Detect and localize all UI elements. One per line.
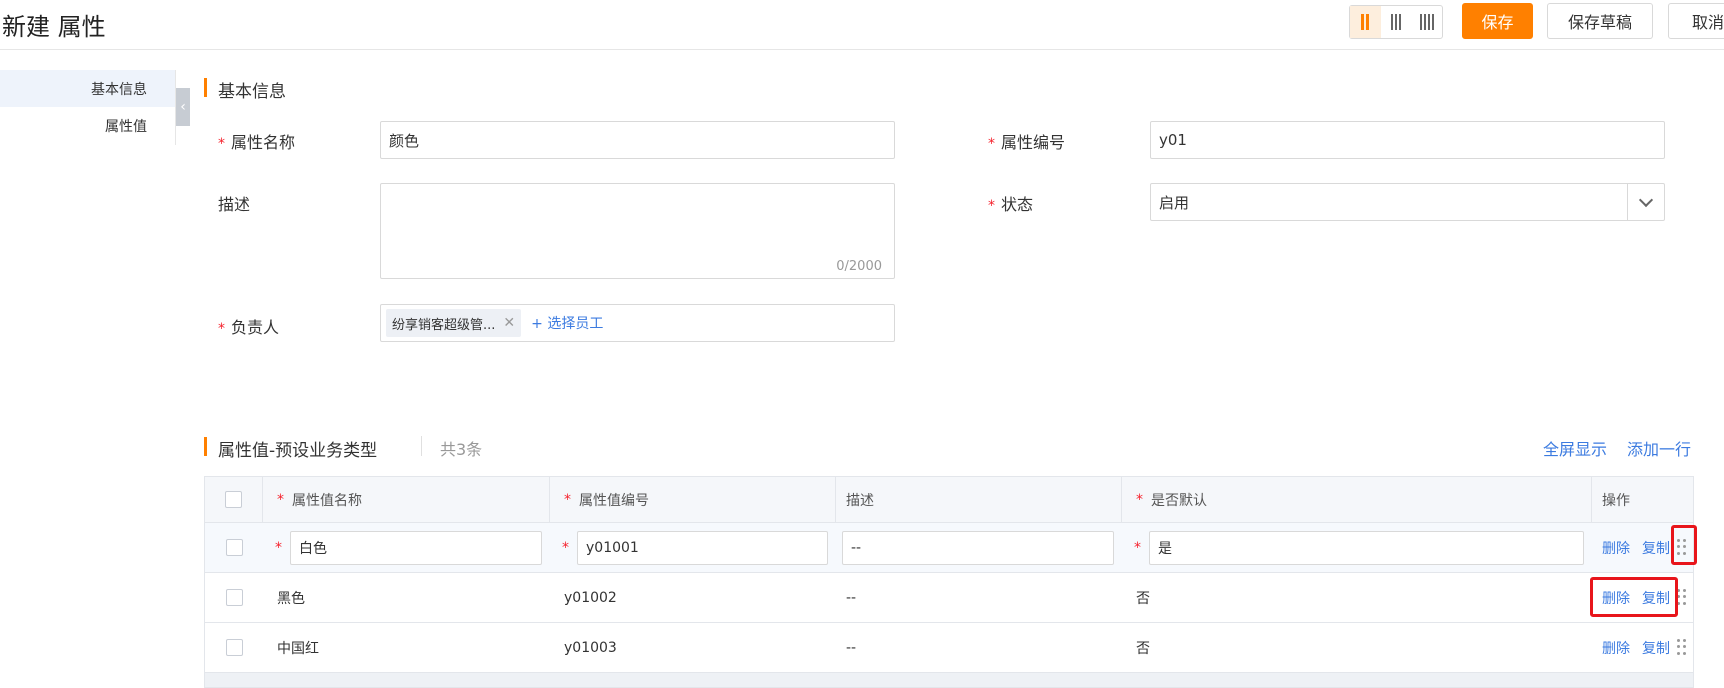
row-count: 共3条 (440, 440, 483, 459)
column-header-default: * 是否默认 (1122, 477, 1592, 522)
section-nav: 基本信息 属性值 (0, 70, 176, 145)
row-checkbox-cell (205, 523, 263, 572)
status-label: * 状态 (988, 195, 1034, 214)
attribute-values-table: * 属性值名称 * 属性值编号 描述 * 是否默认 操作 * 白色 * y01001 … (204, 476, 1694, 688)
attribute-values-heading: 属性值-预设业务类型 (204, 436, 377, 461)
default-cell: * 是 (1122, 523, 1592, 572)
required-mark: * (988, 136, 995, 152)
name-cell: 中国红 (277, 640, 319, 657)
value-description-input[interactable]: -- (842, 530, 1114, 565)
chevron-down-icon[interactable] (1627, 184, 1664, 220)
page-title: 新建 属性 (2, 13, 106, 41)
required-mark: * (564, 491, 571, 508)
required-mark: * (218, 136, 225, 152)
code-cell: y01003 (564, 639, 617, 656)
row-checkbox[interactable] (225, 539, 243, 556)
description-char-count: 0/2000 (836, 259, 882, 274)
row-checkbox-cell (205, 623, 263, 672)
nav-item-attribute-values[interactable]: 属性值 (0, 107, 175, 144)
layout-four-column-icon[interactable] (1411, 6, 1442, 38)
owner-tag-label: 纷享销客超级管... (392, 317, 496, 333)
save-button[interactable]: 保存 (1462, 3, 1533, 39)
header-checkbox-cell (205, 477, 263, 522)
column-header-code: * 属性值编号 (550, 477, 836, 522)
required-mark: * (218, 321, 225, 337)
column-header-name: * 属性值名称 (263, 477, 550, 522)
cancel-button[interactable]: 取消 (1668, 3, 1724, 39)
attribute-code-input[interactable]: y01 (1150, 121, 1665, 159)
value-code-input[interactable]: y01001 (577, 530, 828, 565)
column-header-operations: 操作 (1602, 492, 1630, 509)
save-draft-button[interactable]: 保存草稿 (1547, 3, 1653, 39)
copy-link[interactable]: 复制 (1642, 588, 1670, 608)
drag-handle-icon[interactable] (1677, 588, 1687, 607)
row-checkbox-cell (205, 573, 263, 622)
column-header-description: 描述 (836, 477, 1122, 522)
status-select-value: 启用 (1159, 193, 1190, 212)
owner-label: * 负责人 (218, 318, 280, 337)
name-cell: * 白色 (263, 523, 550, 572)
desc-cell: -- (846, 589, 857, 606)
required-mark: * (1136, 491, 1143, 508)
select-all-checkbox[interactable] (225, 491, 242, 508)
delete-link[interactable]: 删除 (1602, 538, 1630, 558)
owner-tag: 纷享销客超级管... ✕ (386, 309, 522, 337)
close-icon[interactable]: ✕ (503, 315, 515, 331)
page-header: 新建 属性 保存 保存草稿 取消 (0, 0, 1724, 50)
operations-cell: 删除 复制 (1592, 523, 1693, 572)
attribute-name-value: 颜色 (389, 131, 420, 150)
desc-cell: -- (836, 523, 1122, 572)
attribute-name-input[interactable]: 颜色 (380, 121, 895, 159)
default-cell: 否 (1136, 590, 1150, 607)
code-cell: * y01001 (550, 523, 836, 572)
description-label: 描述 (218, 195, 251, 214)
required-mark: * (562, 539, 569, 556)
add-employee-link[interactable]: + 选择员工 (531, 313, 603, 333)
table-header-row: * 属性值名称 * 属性值编号 描述 * 是否默认 操作 (205, 477, 1693, 523)
status-select[interactable]: 启用 (1150, 183, 1665, 221)
delete-link[interactable]: 删除 (1602, 638, 1630, 658)
default-cell: 否 (1136, 640, 1150, 657)
copy-link[interactable]: 复制 (1642, 538, 1670, 558)
nav-item-basic-info[interactable]: 基本信息 (0, 70, 175, 107)
operations-cell: 删除 复制 (1592, 623, 1693, 672)
fullscreen-link[interactable]: 全屏显示 (1543, 436, 1607, 460)
attribute-name-label: * 属性名称 (218, 133, 296, 152)
copy-link[interactable]: 复制 (1642, 638, 1670, 658)
basic-info-heading: 基本信息 (204, 77, 286, 102)
value-name-text: 白色 (299, 540, 327, 557)
description-textarea[interactable]: 0/2000 (380, 183, 895, 279)
value-code-text: y01001 (586, 539, 639, 556)
operations-cell: 删除 复制 (1592, 573, 1693, 622)
required-mark: * (1134, 539, 1141, 556)
divider (421, 436, 422, 456)
row-checkbox[interactable] (225, 639, 243, 656)
attribute-code-label: * 属性编号 (988, 133, 1066, 152)
required-mark: * (277, 491, 284, 508)
attribute-code-value: y01 (1159, 131, 1187, 149)
layout-switch[interactable] (1349, 5, 1443, 39)
drag-handle-icon[interactable] (1677, 638, 1687, 657)
required-mark: * (275, 539, 282, 556)
value-default-select[interactable]: 是 (1149, 530, 1584, 565)
collapse-nav-icon[interactable]: ‹ (176, 88, 190, 126)
table-row: 中国红 y01003 -- 否 删除 复制 (205, 623, 1693, 673)
owner-field[interactable]: 纷享销客超级管... ✕ + 选择员工 (380, 304, 895, 342)
table-row: * 白色 * y01001 -- * 是 删除 复制 (205, 523, 1693, 573)
desc-cell: -- (846, 639, 857, 656)
value-description-text: -- (851, 539, 862, 556)
delete-link[interactable]: 删除 (1602, 588, 1630, 608)
drag-handle-icon[interactable] (1677, 538, 1687, 557)
name-cell: 黑色 (277, 590, 305, 607)
value-name-input[interactable]: 白色 (290, 530, 542, 565)
table-row: 黑色 y01002 -- 否 删除 复制 (205, 573, 1693, 623)
row-checkbox[interactable] (225, 589, 243, 606)
layout-three-column-icon[interactable] (1381, 6, 1412, 38)
required-mark: * (988, 198, 995, 214)
layout-two-column-icon[interactable] (1350, 6, 1381, 38)
add-row-link[interactable]: 添加一行 (1627, 436, 1691, 460)
value-default-text: 是 (1158, 540, 1172, 557)
code-cell: y01002 (564, 589, 617, 606)
